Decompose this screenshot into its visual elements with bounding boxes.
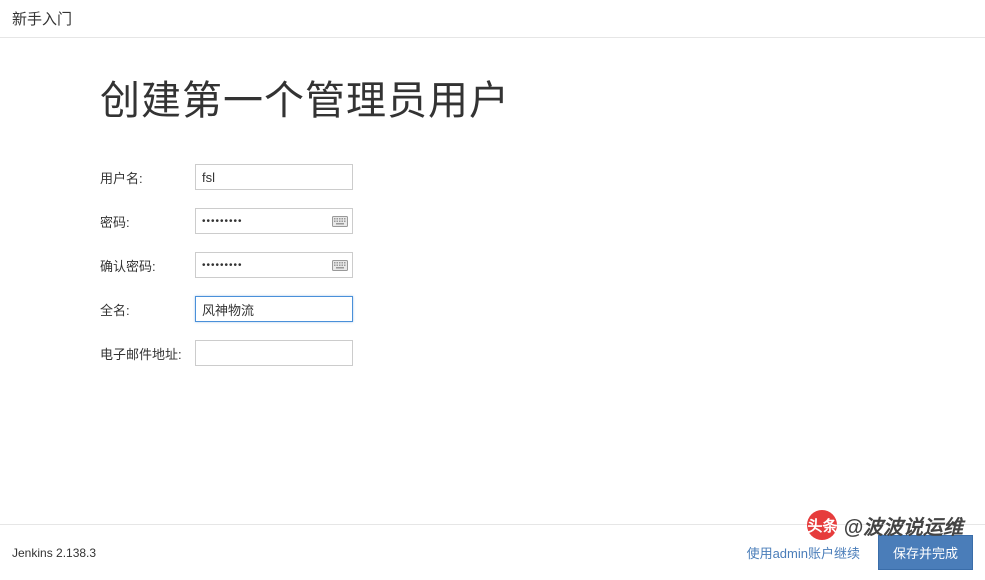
- skip-admin-link[interactable]: 使用admin账户继续: [747, 543, 860, 562]
- form-row-email: 电子邮件地址:: [100, 340, 985, 366]
- confirm-password-input[interactable]: [195, 252, 353, 278]
- email-label: 电子邮件地址:: [100, 344, 195, 363]
- version-label: Jenkins 2.138.3: [12, 546, 96, 560]
- keyboard-icon[interactable]: [332, 259, 348, 271]
- email-input-wrap: [195, 340, 353, 366]
- username-label: 用户名:: [100, 168, 195, 187]
- main-content: 创建第一个管理员用户 用户名: 密码: 确认密码: 全名: 电子邮件: [0, 38, 985, 366]
- password-label: 密码:: [100, 212, 195, 231]
- breadcrumb: 新手入门: [12, 11, 72, 28]
- save-button[interactable]: 保存并完成: [878, 535, 973, 570]
- fullname-input-wrap: [195, 296, 353, 322]
- username-input-wrap: [195, 164, 353, 190]
- password-input[interactable]: [195, 208, 353, 234]
- footer-actions: 使用admin账户继续 保存并完成: [747, 535, 973, 570]
- confirm-password-label: 确认密码:: [100, 256, 195, 275]
- footer: Jenkins 2.138.3 使用admin账户继续 保存并完成: [0, 524, 985, 580]
- form-row-fullname: 全名:: [100, 296, 985, 322]
- form-row-confirm-password: 确认密码:: [100, 252, 985, 278]
- header: 新手入门: [0, 0, 985, 38]
- confirm-password-input-wrap: [195, 252, 353, 278]
- form-row-username: 用户名:: [100, 164, 985, 190]
- fullname-input[interactable]: [195, 296, 353, 322]
- fullname-label: 全名:: [100, 300, 195, 319]
- page-title: 创建第一个管理员用户: [100, 68, 985, 126]
- password-input-wrap: [195, 208, 353, 234]
- form-row-password: 密码:: [100, 208, 985, 234]
- email-input[interactable]: [195, 340, 353, 366]
- keyboard-icon[interactable]: [332, 215, 348, 227]
- username-input[interactable]: [195, 164, 353, 190]
